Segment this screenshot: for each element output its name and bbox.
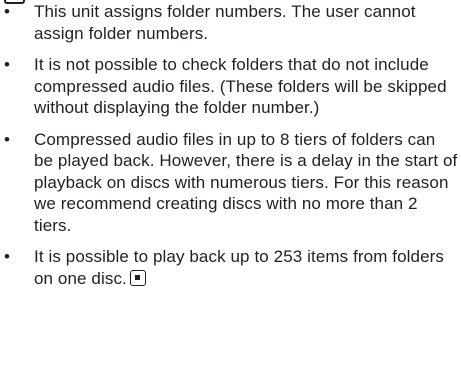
list-item: • It is not possible to check folders th… [0,54,461,119]
list-item-text: Compressed audio files in up to 8 tiers … [34,129,458,235]
list-item: • Compressed audio files in up to 8 tier… [0,129,461,237]
list-item: • This unit assigns folder numbers. The … [0,1,461,44]
bullet-marker: • [4,247,11,266]
bullet-marker: • [4,2,11,21]
list-item-text: This unit assigns folder numbers. The us… [34,2,416,43]
bullet-marker: • [4,129,11,149]
end-of-section-icon [129,269,146,286]
list-item-text: It is not possible to check folders that… [34,55,447,117]
list-item: • It is possible to play back up to 253 … [0,246,461,289]
bullet-marker: • [4,55,11,74]
notes-bullet-list: • This unit assigns folder numbers. The … [0,1,461,299]
list-item-text: It is possible to play back up to 253 it… [34,247,445,288]
